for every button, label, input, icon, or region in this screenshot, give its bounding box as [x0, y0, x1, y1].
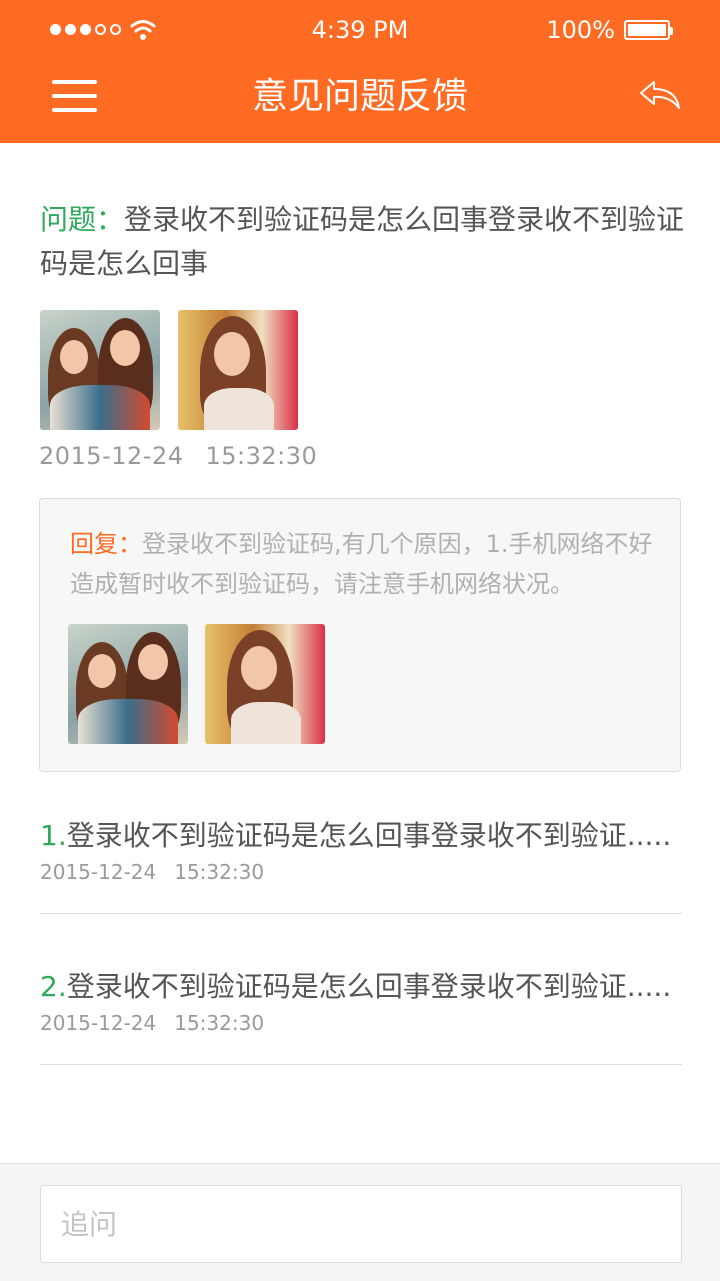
reply-image-2[interactable] — [205, 624, 325, 744]
battery-icon — [624, 20, 670, 40]
question-timestamp: 2015-12-24 15:32:30 — [39, 442, 318, 470]
question-text: 问题：登录收不到验证码是怎么回事登录收不到验证码是怎么回事 — [40, 198, 690, 286]
list-item[interactable]: 1.登录收不到验证码是怎么回事登录收不到验证..... 2015-12-24 15… — [40, 814, 682, 914]
battery-percent: 100% — [546, 16, 615, 44]
reply-text: 回复：登录收不到验证码,有几个原因，1.手机网络不好造成暂时收不到验证码，请注意… — [70, 524, 660, 604]
status-bar: 4:39 PM 100% — [0, 0, 720, 60]
page-title: 意见问题反馈 — [251, 76, 468, 117]
list-item-title: 1.登录收不到验证码是怎么回事登录收不到验证..... — [40, 819, 672, 852]
list-item-timestamp: 2015-12-24 15:32:30 — [40, 860, 265, 884]
reply-box: 回复：登录收不到验证码,有几个原因，1.手机网络不好造成暂时收不到验证码，请注意… — [39, 498, 681, 772]
list-item-title: 2.登录收不到验证码是怎么回事登录收不到验证..... — [40, 970, 672, 1003]
list-item[interactable]: 2.登录收不到验证码是怎么回事登录收不到验证..... 2015-12-24 15… — [40, 965, 682, 1065]
question-body: 登录收不到验证码是怎么回事登录收不到验证码是怎么回事 — [40, 203, 685, 280]
app-header: 4:39 PM 100% 意见问题反馈 — [0, 0, 720, 143]
reply-body: 登录收不到验证码,有几个原因，1.手机网络不好造成暂时收不到验证码，请注意手机网… — [70, 530, 653, 598]
reply-arrow-icon[interactable] — [638, 78, 682, 112]
question-label: 问题： — [40, 203, 125, 236]
list-item-timestamp: 2015-12-24 15:32:30 — [40, 1011, 265, 1035]
footer-bar — [0, 1163, 720, 1281]
followup-input[interactable] — [40, 1185, 682, 1263]
question-image-1[interactable] — [40, 310, 160, 430]
reply-label: 回复： — [70, 530, 142, 558]
question-image-2[interactable] — [178, 310, 298, 430]
reply-image-1[interactable] — [68, 624, 188, 744]
